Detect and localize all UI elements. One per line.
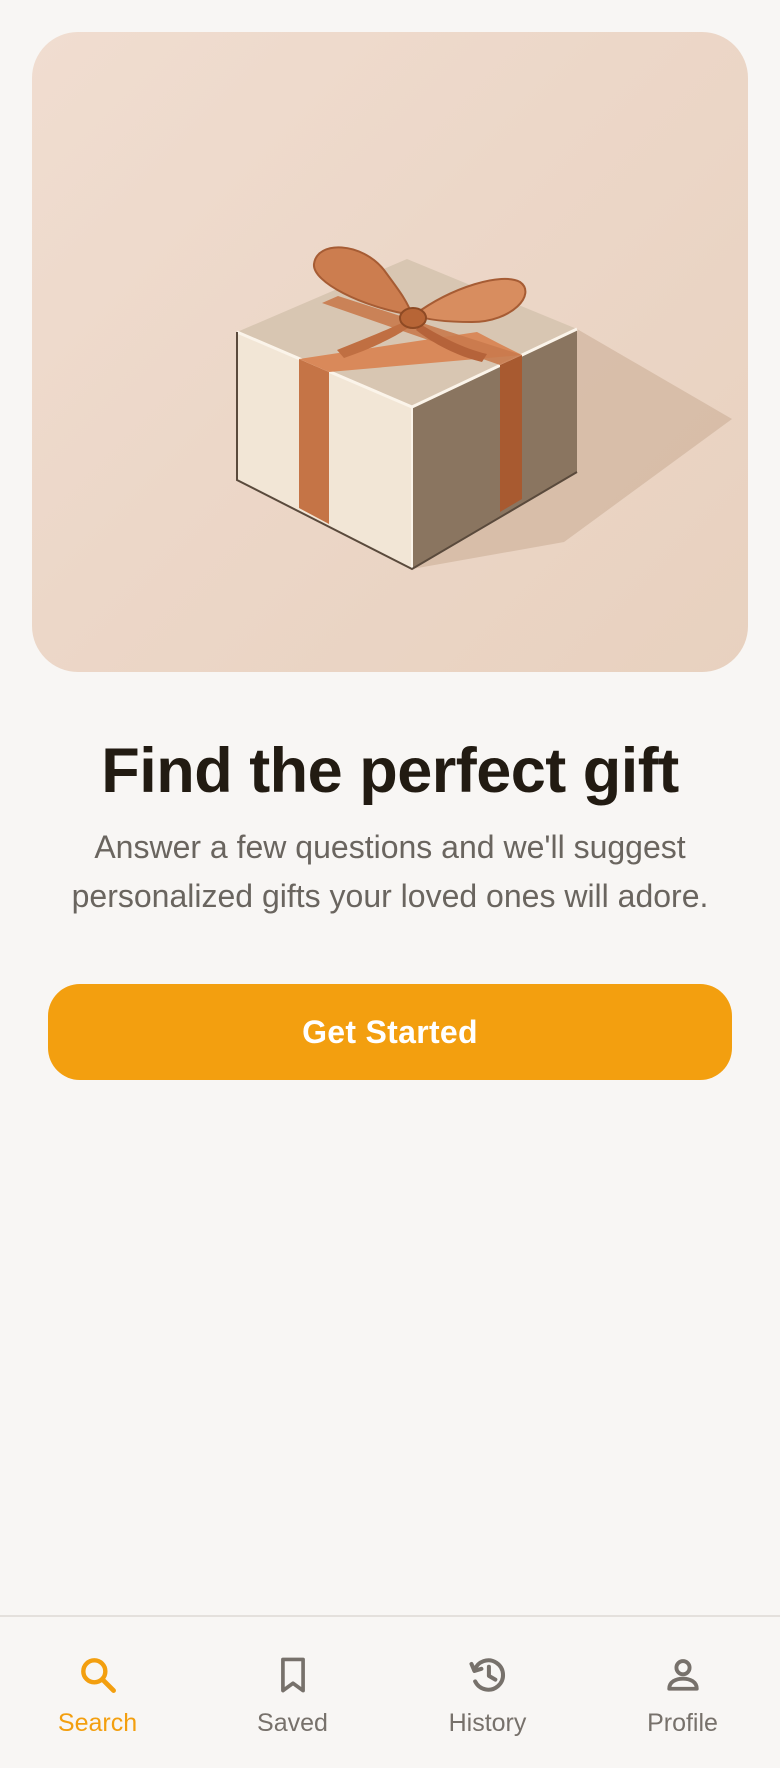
nav-label-profile: Profile [647, 1709, 718, 1737]
subtitle: Answer a few questions and we'll suggest… [50, 823, 730, 921]
search-icon [80, 1658, 116, 1693]
history-icon [468, 1658, 505, 1692]
subtitle-line-2: personalized gifts your loved ones will … [71, 878, 709, 914]
nav-item-profile[interactable]: Profile [585, 1617, 780, 1768]
page-title: Find the perfect gift [101, 736, 679, 806]
bookmark-icon [280, 1657, 305, 1693]
nav-item-history[interactable]: History [390, 1617, 585, 1768]
nav-label-saved: Saved [257, 1709, 328, 1737]
subtitle-line-1: Answer a few questions and we'll suggest [94, 829, 686, 865]
nav-item-search[interactable]: Search [0, 1617, 195, 1768]
get-started-button[interactable]: Get Started [48, 984, 732, 1080]
nav-item-saved[interactable]: Saved [195, 1617, 390, 1768]
gift-box-illustration [236, 246, 732, 571]
hero-image [32, 32, 748, 672]
nav-label-search: Search [57, 1709, 138, 1737]
person-icon [666, 1659, 699, 1691]
nav-label-history: History [448, 1709, 527, 1737]
onboarding-screen: Find the perfect gift Answer a few quest… [0, 0, 780, 1768]
bottom-navigation: Search Saved History Profile [0, 1615, 780, 1768]
